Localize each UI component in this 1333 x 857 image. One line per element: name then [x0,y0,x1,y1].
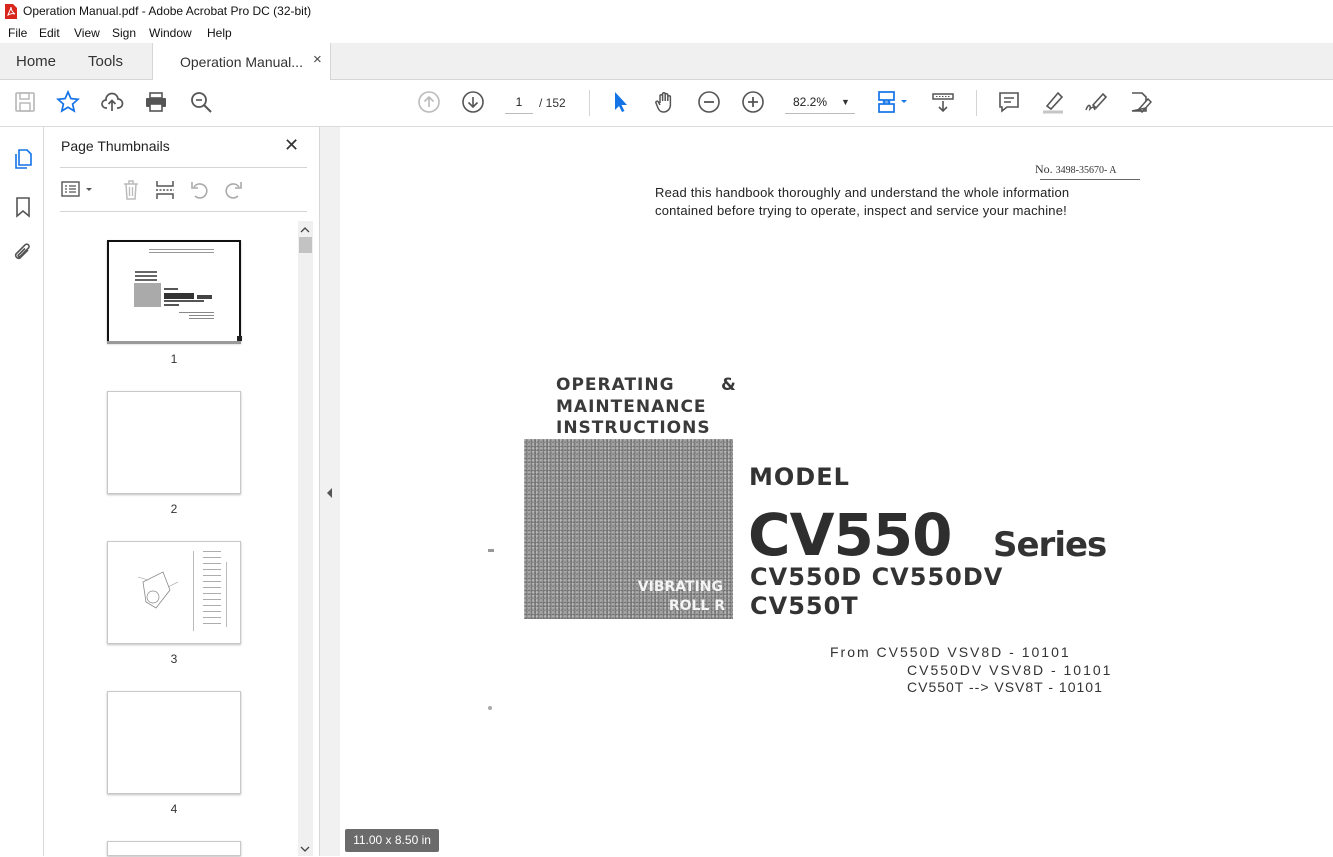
chevron-down-icon: ▼ [841,97,850,107]
scroll-up-arrow-icon[interactable] [300,223,310,233]
scrollbar-thumb[interactable] [299,237,312,253]
page-thumbnails-icon[interactable] [12,148,34,170]
page-thumbnail-preview [134,249,214,319]
page-thumbnail-1[interactable] [107,240,241,343]
thumbnail-resize-handle[interactable] [237,336,242,341]
menu-edit[interactable]: Edit [39,26,60,40]
menu-bar: File Edit View Sign Window Help [0,23,1333,43]
manual-heading: MAINTENANCE [556,397,707,417]
page-thumbnail-3[interactable] [107,541,241,644]
scroll-mode-icon[interactable] [931,90,955,114]
warning-text: Read this handbook thoroughly and unders… [655,185,1070,200]
page-thumbnail-5[interactable] [107,841,241,856]
thumbnail-shadow [107,341,241,344]
tab-tools[interactable]: Tools [88,53,123,70]
collapse-panel-arrow-icon[interactable] [325,487,335,499]
machine-photo: VIBRATING ROLL R [524,439,733,619]
zoom-level-value: 82.2% [793,95,828,109]
menu-help[interactable]: Help [207,26,232,40]
document-number-prefix: No. [1035,162,1053,176]
menu-view[interactable]: View [74,26,100,40]
previous-page-icon[interactable] [417,90,441,114]
hand-tool-icon[interactable] [653,90,677,114]
warning-text: contained before trying to operate, insp… [655,203,1067,218]
attachments-paperclip-icon[interactable] [12,242,34,264]
model-variants: CV550T [750,592,859,620]
manual-heading: OPERATING [556,375,675,395]
thumbnail-label: 3 [170,652,178,666]
thumbnail-label: 1 [170,352,178,366]
model-label: MODEL [749,463,850,491]
zoom-search-icon[interactable] [189,90,213,114]
edit-pdf-icon[interactable] [1128,90,1153,114]
toolbar-divider [976,90,977,116]
panel-divider [60,167,307,168]
rotate-counterclockwise-icon[interactable] [189,179,211,201]
page-number-input[interactable]: 1 [505,91,533,114]
document-number: No. 3498-35670- A [1035,162,1117,177]
bookmark-star-icon[interactable] [55,89,81,114]
scan-artifact [488,706,492,710]
bookmarks-icon[interactable] [13,196,33,218]
manual-heading-ampersand: & [721,375,737,395]
title-bar: Operation Manual.pdf - Adobe Acrobat Pro… [0,0,1333,23]
page-total: / 152 [539,96,566,110]
acrobat-pdf-icon [5,4,17,19]
panel-divider [60,211,307,212]
highlight-pen-icon[interactable] [1041,90,1065,114]
model-name: CV550 [748,501,953,569]
cloud-upload-icon[interactable] [100,90,124,114]
zoom-out-icon[interactable] [697,90,721,114]
zoom-level-dropdown[interactable]: 82.2% ▼ [785,91,855,114]
delete-trash-icon[interactable] [121,179,141,201]
toolbar-divider [589,90,590,116]
select-cursor-icon[interactable] [608,90,632,114]
tab-home[interactable]: Home [16,53,56,70]
panel-title: Page Thumbnails [61,138,170,154]
photo-caption: ROLL R [668,598,725,614]
fit-page-icon[interactable] [876,90,910,114]
comment-icon[interactable] [997,90,1021,114]
model-variants: CV550D CV550DV [750,563,1004,591]
save-icon[interactable] [13,90,37,114]
serial-range: CV550DV VSV8D - 10101 [907,662,1113,678]
series-label: Series [993,525,1107,565]
page-thumbnail-preview [137,551,227,631]
tab-document-label: Operation Manual... [180,54,303,70]
page-thumbnail-2[interactable] [107,391,241,494]
serial-range: CV550T --> VSV8T - 10101 [907,679,1103,695]
page-thumbnail-4[interactable] [107,691,241,794]
manual-heading: INSTRUCTIONS [556,418,711,438]
print-icon[interactable] [144,90,168,114]
thumbnail-label: 2 [170,502,178,516]
photo-caption: VIBRATING [637,579,723,595]
menu-sign[interactable]: Sign [112,26,136,40]
page-size-indicator: 11.00 x 8.50 in [345,829,439,852]
serial-range: From CV550D VSV8D - 10101 [830,644,1071,660]
insert-page-icon[interactable] [154,179,176,201]
thumbnail-label: 4 [170,802,178,816]
tab-close-icon[interactable]: × [313,51,322,68]
scan-artifact [488,549,494,552]
document-page[interactable] [340,127,1333,856]
next-page-icon[interactable] [461,90,485,114]
draw-sign-icon[interactable] [1084,90,1108,114]
scroll-down-arrow-icon[interactable] [300,842,310,852]
window-title: Operation Manual.pdf - Adobe Acrobat Pro… [23,4,312,18]
menu-file[interactable]: File [8,26,27,40]
thumbnail-options-icon[interactable] [61,180,97,200]
document-number-value: 3498-35670- A [1055,165,1117,176]
thumbnails-scrollbar[interactable] [298,221,313,856]
rotate-clockwise-icon[interactable] [222,179,244,201]
panel-close-icon[interactable]: ✕ [284,135,299,156]
menu-window[interactable]: Window [149,26,192,40]
tab-document[interactable]: Operation Manual... × [152,43,331,80]
zoom-in-icon[interactable] [741,90,765,114]
document-number-underline [1040,179,1140,180]
navigation-rail [0,127,44,856]
